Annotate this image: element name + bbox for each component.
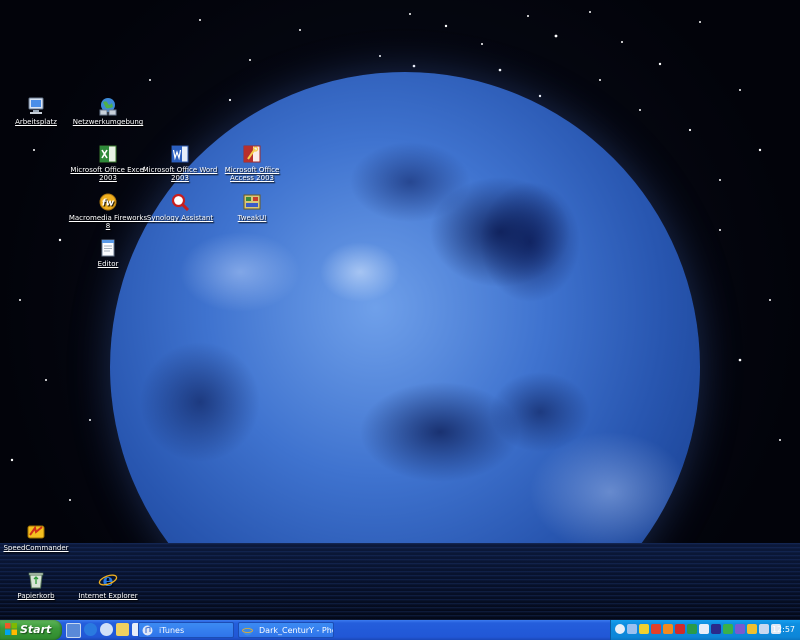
icon-label: Macromedia Fireworks 8 bbox=[68, 214, 148, 230]
tray-icon-app-2[interactable] bbox=[675, 624, 685, 634]
desktop-icon-word[interactable]: Microsoft Office Word 2003 bbox=[140, 144, 220, 182]
excel-icon bbox=[99, 145, 117, 163]
desktop-icon-excel[interactable]: Microsoft Office Excel 2003 bbox=[68, 144, 148, 182]
tray-icon-music[interactable] bbox=[627, 624, 637, 634]
tray-icon-alert[interactable] bbox=[651, 624, 661, 634]
itunes-icon bbox=[142, 625, 153, 636]
desktop-icon-internet-explorer[interactable]: e Internet Explorer bbox=[68, 570, 148, 600]
icon-label: Microsoft Office Excel 2003 bbox=[70, 166, 146, 182]
tray-icon-app-7[interactable] bbox=[747, 624, 757, 634]
icon-label: Papierkorb bbox=[17, 592, 55, 600]
word-icon bbox=[171, 145, 189, 163]
icon-label: Netzwerkumgebung bbox=[72, 118, 144, 126]
fireworks-icon: fw bbox=[99, 193, 117, 211]
show-desktop-icon[interactable] bbox=[66, 623, 81, 638]
taskbar: Start iTunes Dark_CenturY - Phot... bbox=[0, 620, 800, 640]
start-button[interactable]: Start bbox=[0, 620, 62, 640]
itunes-quicklaunch-icon[interactable] bbox=[100, 623, 113, 636]
explorer-quicklaunch-icon[interactable] bbox=[116, 623, 129, 636]
computer-icon bbox=[28, 97, 44, 114]
desktop-icon-tweakui[interactable]: TweakUI bbox=[212, 192, 292, 222]
network-globe-icon bbox=[99, 98, 117, 116]
icon-label: Microsoft Office Access 2003 bbox=[224, 166, 280, 182]
desktop-icon-papierkorb[interactable]: Papierkorb bbox=[0, 570, 76, 600]
ie-quicklaunch-icon[interactable] bbox=[84, 623, 97, 636]
tray-icon-shield[interactable] bbox=[639, 624, 649, 634]
windows-flag-icon bbox=[5, 623, 17, 635]
svg-text:e: e bbox=[103, 571, 114, 590]
svg-text:fw: fw bbox=[102, 199, 115, 209]
quick-launch bbox=[66, 623, 145, 638]
desktop-icon-access[interactable]: Microsoft Office Access 2003 bbox=[212, 144, 292, 182]
task-label: Dark_CenturY - Phot... bbox=[259, 626, 333, 635]
tray-icon-app-3[interactable] bbox=[687, 624, 697, 634]
desktop-icon-editor[interactable]: Editor bbox=[68, 238, 148, 268]
desktop-icon-speedcommander[interactable]: SpeedCommander bbox=[0, 522, 76, 552]
desktop-icon-fireworks[interactable]: fw Macromedia Fireworks 8 bbox=[68, 192, 148, 230]
taskbar-task-itunes[interactable]: iTunes bbox=[138, 622, 234, 638]
icon-label: Editor bbox=[97, 260, 119, 268]
icon-label: SpeedCommander bbox=[3, 544, 69, 552]
access-key-icon bbox=[243, 145, 261, 163]
notepad-icon bbox=[101, 239, 115, 257]
tray-icon-back[interactable] bbox=[615, 624, 625, 634]
tray-icons bbox=[615, 624, 781, 634]
tray-icon-app-8[interactable] bbox=[759, 624, 769, 634]
desktop[interactable]: Arbeitsplatz Netzwerkumgebung Microsoft … bbox=[0, 0, 800, 620]
icon-label: Synology Assistant bbox=[146, 214, 214, 222]
desktop-icon-netzwerkumgebung[interactable]: Netzwerkumgebung bbox=[68, 96, 148, 126]
speedcommander-icon bbox=[27, 525, 45, 539]
desktop-icon-arbeitsplatz[interactable]: Arbeitsplatz bbox=[0, 96, 76, 126]
desktop-icon-synology[interactable]: Synology Assistant bbox=[140, 192, 220, 222]
recycle-bin-icon bbox=[28, 572, 44, 589]
system-tray: 12:57 bbox=[610, 620, 800, 640]
taskbar-task-photo[interactable]: Dark_CenturY - Phot... bbox=[238, 622, 334, 638]
tray-icon-app-1[interactable] bbox=[663, 624, 673, 634]
clock[interactable]: 12:57 bbox=[772, 620, 795, 640]
tray-icon-app-4[interactable] bbox=[711, 624, 721, 634]
icon-label: Arbeitsplatz bbox=[15, 118, 57, 126]
icon-label: Microsoft Office Word 2003 bbox=[142, 166, 218, 182]
icon-label: TweakUI bbox=[237, 214, 267, 222]
tweakui-icon bbox=[243, 194, 261, 210]
internet-explorer-icon: e bbox=[98, 571, 118, 590]
start-label: Start bbox=[20, 623, 52, 636]
tray-icon-app-5[interactable] bbox=[723, 624, 733, 634]
tray-icon-network[interactable] bbox=[699, 624, 709, 634]
tray-icon-app-6[interactable] bbox=[735, 624, 745, 634]
magnifier-icon bbox=[171, 193, 190, 212]
browser-icon bbox=[242, 625, 253, 636]
icon-label: Internet Explorer bbox=[78, 592, 138, 600]
task-label: iTunes bbox=[159, 626, 185, 635]
